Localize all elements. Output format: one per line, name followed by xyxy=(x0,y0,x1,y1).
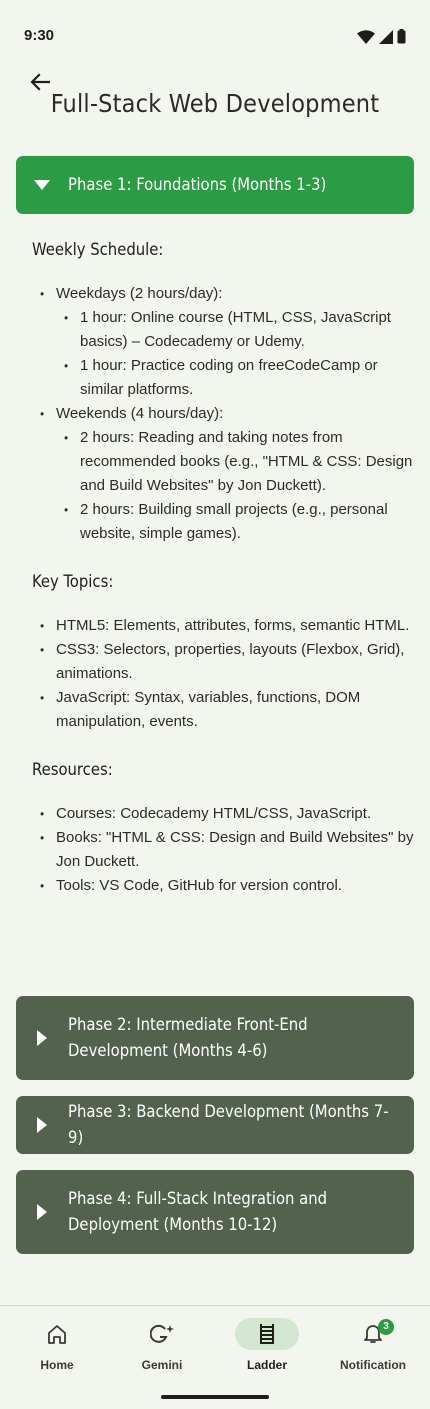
chevron-right-icon xyxy=(16,1117,68,1133)
phase-1-header[interactable]: Phase 1: Foundations (Months 1-3) xyxy=(16,156,414,214)
list-item: Weekends (4 hours/day): 2 hours: Reading… xyxy=(32,402,417,546)
phase-3-header[interactable]: Phase 3: Backend Development (Months 7-9… xyxy=(16,1096,414,1154)
list-item: JavaScript: Syntax, variables, functions… xyxy=(32,686,417,734)
list-item: CSS3: Selectors, properties, layouts (Fl… xyxy=(32,638,417,686)
nav-home-label: Home xyxy=(40,1358,74,1372)
phase-1-content: Weekly Schedule: Weekdays (2 hours/day):… xyxy=(32,240,417,898)
weekly-schedule-title: Weekly Schedule: xyxy=(32,240,164,259)
phase-1-label: Phase 1: Foundations (Months 1-3) xyxy=(68,175,327,194)
list-item: Books: "HTML & CSS: Design and Build Web… xyxy=(32,826,417,874)
list-item: HTML5: Elements, attributes, forms, sema… xyxy=(32,614,417,638)
list-item: 1 hour: Practice coding on freeCodeCamp … xyxy=(56,354,417,402)
phase-2-label: Phase 2: Intermediate Front-End Developm… xyxy=(68,1015,308,1060)
status-time: 9:30 xyxy=(24,27,55,44)
list-item: 2 hours: Building small projects (e.g., … xyxy=(56,498,417,546)
list-item: Tools: VS Code, GitHub for version contr… xyxy=(32,874,417,898)
phase-2-header[interactable]: Phase 2: Intermediate Front-End Developm… xyxy=(16,996,414,1080)
key-topics-title: Key Topics: xyxy=(32,572,114,591)
ladder-icon xyxy=(260,1324,274,1344)
bottom-navigation: Home Gemini Ladder 3 Notification xyxy=(0,1305,430,1409)
wifi-icon xyxy=(357,29,375,44)
phase-4-label: Phase 4: Full-Stack Integration and Depl… xyxy=(68,1189,328,1234)
nav-home[interactable]: Home xyxy=(7,1318,107,1378)
list-item: Courses: Codecademy HTML/CSS, JavaScript… xyxy=(32,802,417,826)
nav-notification-label: Notification xyxy=(340,1358,406,1372)
nav-ladder[interactable]: Ladder xyxy=(217,1318,317,1378)
status-icons xyxy=(357,29,406,44)
phase-3-label: Phase 3: Backend Development (Months 7-9… xyxy=(68,1102,389,1147)
nav-gemini-label: Gemini xyxy=(141,1358,183,1372)
chevron-right-icon xyxy=(16,1030,68,1046)
page-title: Full-Stack Web Development xyxy=(50,89,380,118)
resources-list: Courses: Codecademy HTML/CSS, JavaScript… xyxy=(32,802,417,898)
signal-icon xyxy=(379,29,393,44)
chevron-down-icon xyxy=(16,180,68,190)
list-item: 1 hour: Online course (HTML, CSS, JavaSc… xyxy=(56,306,417,354)
weekly-schedule-list: Weekdays (2 hours/day): 1 hour: Online c… xyxy=(32,282,417,546)
nav-notification[interactable]: 3 Notification xyxy=(323,1318,423,1378)
list-item: 2 hours: Reading and taking notes from r… xyxy=(56,426,417,498)
chevron-right-icon xyxy=(16,1204,68,1220)
nav-ladder-label: Ladder xyxy=(246,1358,287,1372)
weekdays-label: Weekdays (2 hours/day): xyxy=(56,285,223,302)
home-icon xyxy=(48,1325,66,1344)
status-bar: 9:30 xyxy=(0,0,430,72)
list-item: Weekdays (2 hours/day): 1 hour: Online c… xyxy=(32,282,417,402)
home-indicator[interactable] xyxy=(161,1395,269,1399)
phase-4-header[interactable]: Phase 4: Full-Stack Integration and Depl… xyxy=(16,1170,414,1254)
nav-gemini[interactable]: Gemini xyxy=(112,1318,212,1378)
weekends-label: Weekends (4 hours/day): xyxy=(56,405,224,422)
resources-title: Resources: xyxy=(32,760,113,779)
gemini-icon xyxy=(150,1324,174,1343)
notification-badge: 3 xyxy=(378,1319,394,1335)
battery-icon xyxy=(397,29,406,44)
key-topics-list: HTML5: Elements, attributes, forms, sema… xyxy=(32,614,417,734)
